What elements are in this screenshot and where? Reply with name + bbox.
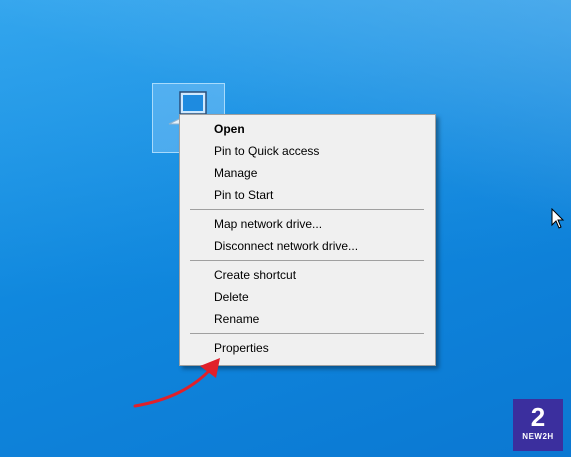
watermark-number: 2 <box>530 402 546 432</box>
menu-item-manage[interactable]: Manage <box>182 162 433 184</box>
annotation-arrow-icon <box>133 358 220 408</box>
menu-item-pin-to-quick-access[interactable]: Pin to Quick access <box>182 140 433 162</box>
menu-item-open[interactable]: Open <box>182 118 433 140</box>
menu-item-pin-to-start[interactable]: Pin to Start <box>182 184 433 206</box>
menu-separator <box>190 209 424 210</box>
watermark-text: NEW2H <box>522 432 554 441</box>
menu-item-disconnect-network-drive[interactable]: Disconnect network drive... <box>182 235 433 257</box>
menu-item-map-network-drive[interactable]: Map network drive... <box>182 213 433 235</box>
menu-item-delete[interactable]: Delete <box>182 286 433 308</box>
menu-item-create-shortcut[interactable]: Create shortcut <box>182 264 433 286</box>
context-menu: Open Pin to Quick access Manage Pin to S… <box>179 114 436 366</box>
mouse-cursor-icon <box>551 208 565 229</box>
menu-separator <box>190 260 424 261</box>
menu-item-rename[interactable]: Rename <box>182 308 433 330</box>
watermark-logo: 2 NEW2H <box>513 399 563 451</box>
menu-separator <box>190 333 424 334</box>
